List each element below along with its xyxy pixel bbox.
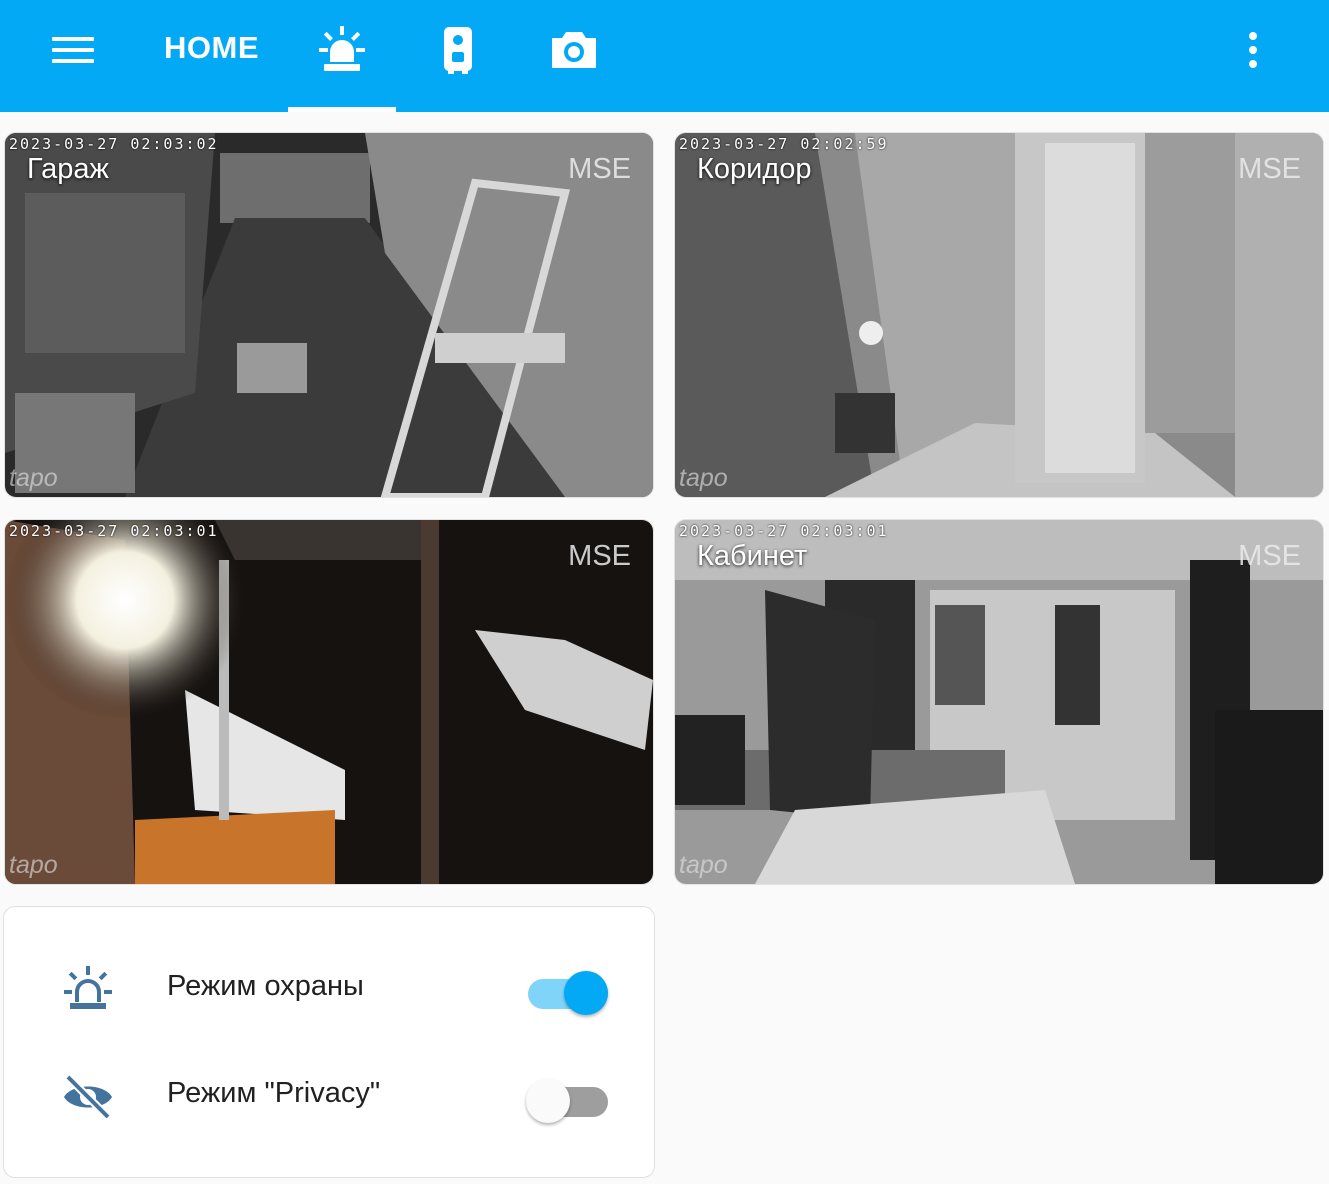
privacy-mode-label: Режим "Privacy" [167,1077,381,1109]
top-app-bar: HOME [0,0,1329,112]
camera-card-corridor[interactable]: 2023-03-27 02:02:59 Коридор MSE tapo [674,132,1324,498]
eye-off-icon [60,1069,116,1125]
doorbell-icon[interactable] [432,24,484,76]
stream-badge: MSE [1238,153,1301,185]
camera-brand-watermark: tapo [679,464,728,492]
tab-home[interactable]: HOME [164,30,259,66]
camera-brand-watermark: tapo [679,851,728,879]
camera-feed-image [675,520,1323,884]
hamburger-menu-icon[interactable] [52,34,96,66]
active-tab-indicator [288,107,396,112]
camera-brand-watermark: tapo [9,464,58,492]
camera-name: Коридор [697,153,812,185]
entities-card: Режим охраны Режим "Privacy" [3,906,655,1178]
camera-name: Кабинет [697,540,808,572]
camera-feed-image [5,133,653,497]
camera-card-yard[interactable]: 2023-03-27 02:03:01 MSE tapo [4,519,654,885]
camera-timestamp: 2023-03-27 02:03:01 [9,522,219,540]
privacy-mode-toggle[interactable] [524,1073,610,1123]
stream-badge: MSE [568,540,631,572]
alarm-light-icon[interactable] [316,24,368,76]
dots-vertical-icon[interactable] [1238,30,1268,70]
camera-brand-watermark: tapo [9,851,58,879]
camera-icon[interactable] [548,24,600,76]
alarm-light-outline-icon [60,962,116,1018]
stream-badge: MSE [1238,540,1301,572]
camera-card-cabinet[interactable]: 2023-03-27 02:03:01 Кабинет MSE tapo [674,519,1324,885]
camera-name: Гараж [27,153,109,185]
camera-timestamp: 2023-03-27 02:03:02 [9,135,219,153]
camera-feed-image [5,520,653,884]
alarm-mode-toggle[interactable] [524,965,610,1015]
camera-feed-image [675,133,1323,497]
alarm-mode-label: Режим охраны [167,970,364,1002]
camera-card-garage[interactable]: 2023-03-27 02:03:02 Гараж MSE tapo [4,132,654,498]
camera-timestamp: 2023-03-27 02:03:01 [679,522,889,540]
camera-timestamp: 2023-03-27 02:02:59 [679,135,889,153]
stream-badge: MSE [568,153,631,185]
